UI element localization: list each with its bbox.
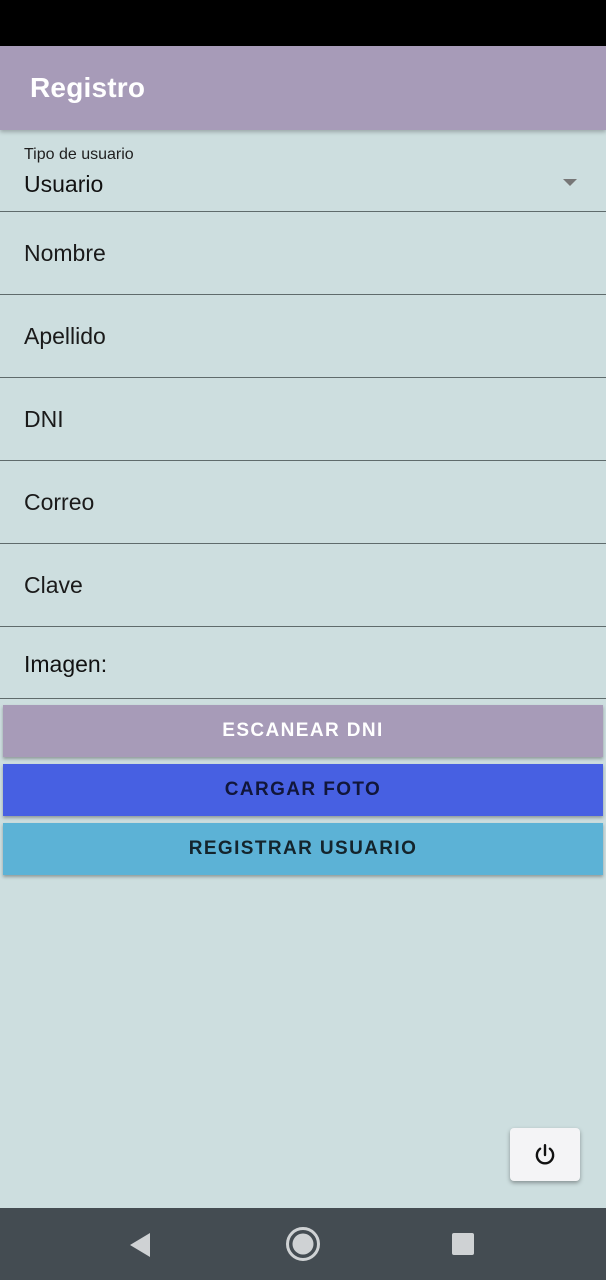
name-input[interactable] bbox=[0, 212, 606, 294]
page-title: Registro bbox=[30, 72, 146, 103]
email-field-row bbox=[0, 461, 606, 544]
email-input[interactable] bbox=[0, 461, 606, 543]
status-bar bbox=[0, 0, 606, 46]
dropdown-arrow-icon bbox=[563, 179, 577, 186]
surname-field-row bbox=[0, 295, 606, 378]
home-icon[interactable] bbox=[285, 1226, 321, 1262]
surname-input[interactable] bbox=[0, 295, 606, 377]
user-type-value: Usuario bbox=[24, 171, 104, 197]
password-input[interactable] bbox=[0, 544, 606, 626]
power-icon bbox=[535, 1143, 555, 1165]
password-field-row bbox=[0, 544, 606, 627]
image-label: Imagen: bbox=[24, 651, 108, 677]
dni-input[interactable] bbox=[0, 378, 606, 460]
image-row: Imagen: bbox=[0, 627, 606, 699]
user-type-label: Tipo de usuario bbox=[24, 146, 134, 163]
logout-button[interactable] bbox=[510, 1128, 580, 1181]
register-user-button[interactable]: REGISTRAR USUARIO bbox=[3, 823, 603, 875]
registration-form: Tipo de usuario Usuario Imagen: ESCANEAR… bbox=[0, 130, 606, 882]
action-buttons: ESCANEAR DNI CARGAR FOTO REGISTRAR USUAR… bbox=[0, 699, 606, 875]
scan-dni-button[interactable]: ESCANEAR DNI bbox=[3, 705, 603, 757]
system-nav-bar bbox=[0, 1208, 606, 1280]
name-field-row bbox=[0, 212, 606, 295]
recents-icon[interactable] bbox=[452, 1233, 474, 1255]
upload-photo-button[interactable]: CARGAR FOTO bbox=[3, 764, 603, 816]
dni-field-row bbox=[0, 378, 606, 461]
app-bar: Registro bbox=[0, 46, 606, 130]
back-icon[interactable] bbox=[128, 1232, 152, 1258]
user-type-select[interactable]: Tipo de usuario Usuario bbox=[0, 130, 606, 212]
